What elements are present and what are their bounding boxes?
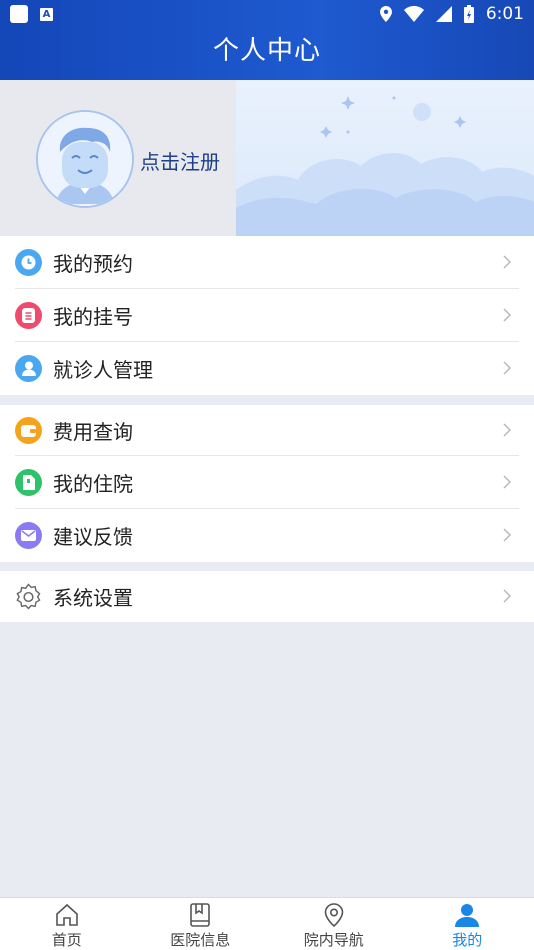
tab-label: 我的	[452, 931, 483, 949]
menu-item-my-registrations[interactable]: 我的挂号	[0, 289, 534, 342]
page-title: 个人中心	[212, 36, 321, 66]
a-badge-icon: A	[40, 7, 53, 21]
chevron-right-icon	[503, 589, 512, 603]
tab-indoor-navigation[interactable]: 院内导航	[267, 898, 401, 950]
menu-item-label: 就诊人管理	[53, 358, 153, 382]
home-icon	[55, 903, 78, 926]
menu-item-label: 建议反馈	[53, 525, 133, 549]
menu-item-patient-management[interactable]: 就诊人管理	[0, 342, 534, 395]
register-link[interactable]: 点击注册	[140, 146, 220, 175]
app-square-icon	[10, 5, 28, 23]
tab-mine[interactable]: 我的	[401, 898, 534, 950]
menu-item-fee-inquiry[interactable]: 费用查询	[0, 405, 534, 456]
mail-icon	[15, 522, 42, 549]
location-icon	[379, 6, 392, 22]
bottom-tab-bar: 首页 医院信息 院内导航 我的	[0, 897, 534, 950]
signal-icon	[435, 6, 452, 22]
menu-group-appointments: 我的预约 我的挂号 就诊人管理	[0, 236, 534, 395]
book-icon	[190, 903, 211, 927]
menu-item-label: 我的住院	[53, 472, 133, 496]
map-pin-icon	[324, 903, 344, 928]
profile-banner[interactable]: 点击注册	[0, 80, 534, 236]
menu-group-services: 费用查询 我的住院 建议反馈	[0, 405, 534, 562]
status-time: 6:01	[485, 4, 524, 24]
person-icon	[15, 355, 42, 382]
tab-label: 医院信息	[170, 931, 231, 949]
user-icon	[455, 904, 480, 927]
menu-item-my-hospitalization[interactable]: 我的住院	[0, 456, 534, 509]
sky-decoration	[236, 80, 534, 236]
tab-label: 院内导航	[303, 931, 364, 949]
wifi-icon	[403, 6, 424, 22]
avatar[interactable]	[36, 110, 134, 208]
chevron-right-icon	[503, 423, 512, 437]
hospital-doc-icon	[15, 469, 42, 496]
chevron-right-icon	[503, 255, 512, 269]
wallet-icon	[15, 417, 42, 444]
tab-label: 首页	[51, 931, 82, 949]
gear-icon	[15, 582, 42, 610]
menu-item-my-appointments[interactable]: 我的预约	[0, 236, 534, 289]
status-bar: A 6:01	[0, 0, 534, 28]
menu-item-label: 我的挂号	[53, 305, 133, 329]
tab-home[interactable]: 首页	[0, 898, 134, 950]
menu-item-label: 我的预约	[53, 252, 133, 276]
clouds-illustration	[236, 96, 534, 236]
menu-item-label: 费用查询	[53, 420, 133, 444]
menu-item-system-settings[interactable]: 系统设置	[0, 571, 534, 622]
list-icon	[15, 302, 42, 329]
chevron-right-icon	[503, 475, 512, 489]
chevron-right-icon	[503, 528, 512, 542]
menu-group-settings: 系统设置	[0, 571, 534, 622]
chevron-right-icon	[503, 308, 512, 322]
menu-item-label: 系统设置	[53, 586, 133, 610]
chevron-right-icon	[503, 361, 512, 375]
clock-icon	[15, 249, 42, 276]
battery-icon	[463, 5, 474, 23]
tab-hospital-info[interactable]: 医院信息	[134, 898, 268, 950]
menu-item-feedback[interactable]: 建议反馈	[0, 509, 534, 562]
